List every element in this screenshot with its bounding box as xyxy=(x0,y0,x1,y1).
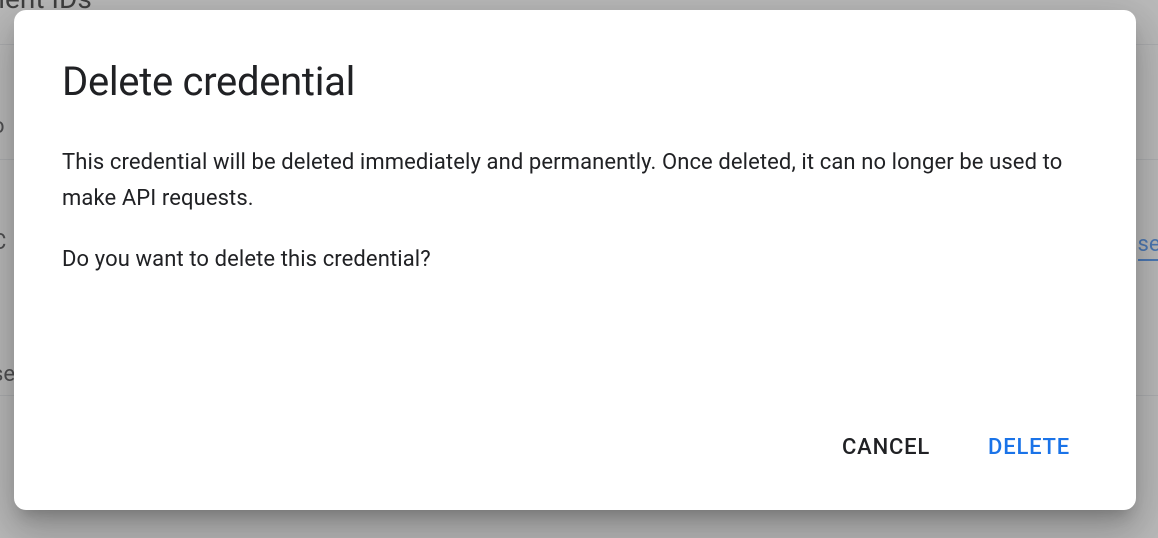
dialog-actions: CANCEL DELETE xyxy=(62,427,1088,474)
delete-credential-dialog: Delete credential This credential will b… xyxy=(14,10,1136,510)
dialog-description: This credential will be deleted immediat… xyxy=(62,145,1088,218)
dialog-question: Do you want to delete this credential? xyxy=(62,242,1088,278)
dialog-body: This credential will be deleted immediat… xyxy=(62,145,1088,427)
cancel-button[interactable]: CANCEL xyxy=(838,427,934,468)
dialog-title: Delete credential xyxy=(62,58,1088,105)
delete-button[interactable]: DELETE xyxy=(984,427,1074,468)
